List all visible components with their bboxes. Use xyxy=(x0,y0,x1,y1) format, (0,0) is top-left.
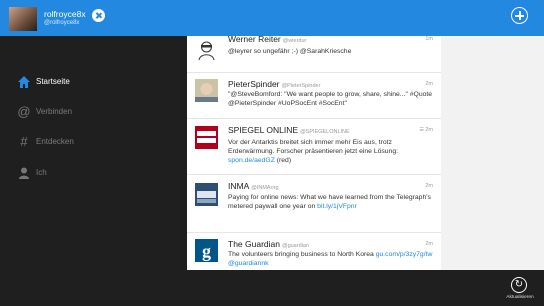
nav-item-connect[interactable]: @ Verbinden xyxy=(0,103,187,123)
tweet-suffix: (red) xyxy=(274,157,292,164)
tweet-avatar xyxy=(195,183,218,206)
tweet-author[interactable]: The Guardian xyxy=(228,239,280,249)
nav-item-discover[interactable]: # Entdecken xyxy=(0,133,187,153)
tweet-text: "@SteveBomford: "We want people to grow,… xyxy=(228,91,433,107)
account-username[interactable]: rolfroyce8x xyxy=(44,9,86,19)
tweet-handle[interactable]: @PieterSpinder xyxy=(282,83,321,89)
tweet-author[interactable]: Werner Reiter xyxy=(228,36,281,44)
top-app-bar: rolfroyce8x @rolfroyce8x xyxy=(0,0,544,36)
nav-label: Verbinden xyxy=(36,107,73,116)
nav-label: Startseite xyxy=(36,77,70,86)
tweet[interactable]: Werner Reiter @wierdur 1m @leyrer so unge… xyxy=(187,36,442,73)
tweet-avatar xyxy=(195,126,218,149)
tweet-link[interactable]: bit.ly/1jVFpnr xyxy=(317,203,357,210)
tweet-body: The volunteers bringing business to Nort… xyxy=(228,251,376,258)
tweet-text: The volunteers bringing business to Nort… xyxy=(228,250,433,268)
tweet[interactable]: g The Guardian @guardian 2m The volunteer… xyxy=(187,232,442,270)
tweet-text: Paying for online news: What we have lea… xyxy=(228,193,433,211)
svg-text:g: g xyxy=(202,241,211,261)
tweet-avatar xyxy=(195,79,218,102)
nav-item-home[interactable]: Startseite xyxy=(0,73,187,93)
tweet-author[interactable]: SPIEGEL ONLINE xyxy=(228,125,298,135)
tweet-avatar xyxy=(195,38,218,61)
home-icon xyxy=(18,76,30,88)
tweet-time: 1m xyxy=(425,36,433,42)
tweet-link[interactable]: gu.com/p/3zy7g/tw xyxy=(376,251,433,258)
tweet[interactable]: INMA @INMAorg 2m Paying for online news: … xyxy=(187,174,442,233)
right-gutter xyxy=(441,36,544,270)
tweet-author[interactable]: PieterSpinder xyxy=(228,79,280,89)
account-handle: @rolfroyce8x xyxy=(44,20,80,26)
close-icon[interactable] xyxy=(92,9,105,22)
tweet-time-value: 2m xyxy=(425,127,433,133)
tweet-body: Vor der Antarktis breitet sich immer meh… xyxy=(228,139,399,155)
tweet-time: 2m xyxy=(425,241,433,247)
refresh-label[interactable]: Aktualisieren xyxy=(500,295,540,300)
nav-label: Ich xyxy=(36,168,47,177)
nav-label: Entdecken xyxy=(36,137,74,146)
person-icon xyxy=(19,167,29,179)
tweet-text: @leyrer so ungefähr ;-) @SarahKriesche xyxy=(228,48,352,55)
tweet-handle[interactable]: @wierdur xyxy=(283,38,307,44)
refresh-icon[interactable]: ↻ xyxy=(511,277,527,293)
tweet-time: 2m xyxy=(425,183,433,189)
tweet-handle[interactable]: @guardian xyxy=(282,243,309,249)
tweet-timeline[interactable]: Werner Reiter @wierdur 1m @leyrer so unge… xyxy=(187,36,442,270)
tweet-mention[interactable]: @guardiannk xyxy=(228,260,269,267)
add-icon[interactable] xyxy=(511,7,528,24)
sidebar-nav: Startseite @ Verbinden # Entdecken Ich xyxy=(0,36,187,270)
tweet-author[interactable]: INMA xyxy=(228,181,249,191)
at-icon: @ xyxy=(17,104,31,119)
tweet-handle[interactable]: @SPIEGELONLINE xyxy=(300,129,350,135)
hashtag-icon: # xyxy=(20,134,28,149)
tweet-time: ☰ 2m xyxy=(419,127,433,133)
tweet-link[interactable]: spon.de/aedGZ xyxy=(228,157,275,164)
tweet-time: 2m xyxy=(425,81,433,87)
tweet-text: Vor der Antarktis breitet sich immer meh… xyxy=(228,138,433,165)
app-bar xyxy=(0,270,544,306)
tweet[interactable]: SPIEGEL ONLINE @SPIEGELONLINE ☰ 2m Vor de… xyxy=(187,118,442,175)
avatar[interactable] xyxy=(9,7,37,31)
tweet-handle[interactable]: @INMAorg xyxy=(251,185,278,191)
tweet[interactable]: PieterSpinder @PieterSpinder 2m "@SteveBo… xyxy=(187,72,442,119)
nav-item-me[interactable]: Ich xyxy=(0,164,187,184)
tweet-avatar: g xyxy=(195,239,218,262)
